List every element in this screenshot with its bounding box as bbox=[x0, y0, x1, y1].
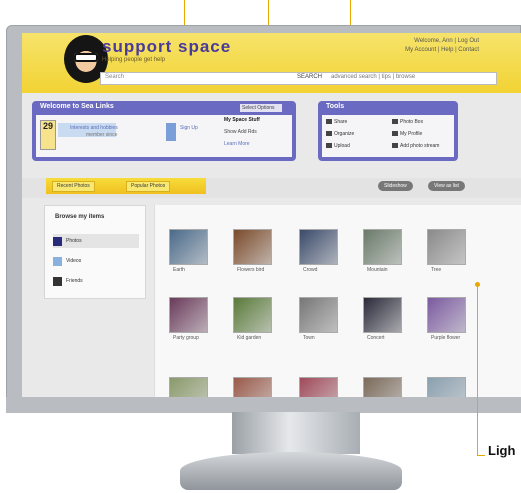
tab-popular[interactable]: Popular Photos bbox=[126, 181, 171, 192]
tool-upload[interactable]: Upload bbox=[326, 143, 350, 149]
sidebar-item-videos[interactable]: Videos bbox=[53, 254, 81, 268]
sidebar: Browse my items Photos Videos Friends bbox=[44, 205, 146, 299]
photo-thumbnail[interactable] bbox=[169, 377, 208, 397]
tab-recent[interactable]: Recent Photos bbox=[52, 181, 95, 192]
welcome-dropdown[interactable]: Select Options bbox=[240, 104, 282, 112]
welcome-title: Welcome to Sea Links bbox=[40, 103, 114, 110]
photo-box-icon bbox=[392, 119, 398, 125]
photo-caption: Kid garden bbox=[237, 335, 262, 341]
photo-thumbnail[interactable] bbox=[169, 297, 208, 333]
photo-caption: Crowd bbox=[303, 267, 318, 273]
callout-line-4-h bbox=[477, 455, 485, 456]
sidebar-item-friends[interactable]: Friends bbox=[53, 274, 83, 288]
welcome-panel: Welcome to Sea Links Select Options 29 I… bbox=[32, 101, 296, 161]
photos-icon bbox=[53, 236, 62, 246]
info-line-3[interactable]: Sign Up bbox=[180, 125, 198, 131]
search-button[interactable]: SEARCH bbox=[297, 74, 322, 80]
photo-caption: Purple flower bbox=[431, 335, 461, 341]
photo-thumbnail[interactable] bbox=[363, 297, 402, 333]
photo-thumbnail[interactable] bbox=[427, 377, 466, 397]
photo-caption: Party group bbox=[173, 335, 199, 341]
photo-thumbnail[interactable] bbox=[233, 377, 272, 397]
glasses-icon bbox=[74, 53, 98, 62]
photo-thumbnail[interactable] bbox=[427, 297, 466, 333]
photo-thumbnail[interactable] bbox=[169, 229, 208, 265]
account-links[interactable]: Welcome, Ann | Log Out bbox=[405, 37, 479, 46]
photo-caption: Flowers bird bbox=[237, 267, 265, 273]
tools-title: Tools bbox=[326, 103, 345, 110]
sidebar-item-photos[interactable]: Photos bbox=[53, 234, 139, 248]
upload-icon bbox=[326, 143, 332, 149]
info-line-2: member since bbox=[86, 132, 118, 138]
tool-photo-box[interactable]: Photo Box bbox=[392, 119, 423, 125]
profile-icon bbox=[392, 131, 398, 137]
info-line-1[interactable]: Interests and hobbies bbox=[70, 125, 118, 131]
callout-dot-4 bbox=[475, 282, 480, 287]
info-box-2 bbox=[166, 123, 176, 141]
photo-thumbnail[interactable] bbox=[363, 377, 402, 397]
callout-line-4 bbox=[477, 284, 478, 455]
tab-strip: Recent Photos Popular Photos bbox=[46, 178, 206, 194]
welcome-body: 29 Interests and hobbies member since Si… bbox=[36, 115, 292, 157]
brand-tagline: Helping people get help bbox=[102, 57, 166, 63]
info-line-4[interactable]: My Space Stuff bbox=[224, 117, 260, 123]
slideshow-button[interactable]: Slideshow bbox=[378, 181, 413, 191]
monitor-stand-base bbox=[180, 452, 402, 490]
photo-thumbnail[interactable] bbox=[299, 229, 338, 265]
friends-icon bbox=[53, 276, 62, 286]
photo-caption: Earth bbox=[173, 267, 185, 273]
photo-grid: Earth Flowers bird Crowd Mountain Tree Party … bbox=[154, 205, 521, 397]
screen: support space Helping people get help We… bbox=[22, 33, 521, 397]
info-line-5[interactable]: Show Add Rds bbox=[224, 129, 257, 135]
photo-caption: Mountain bbox=[367, 267, 388, 273]
photo-caption: Town bbox=[303, 335, 315, 341]
photo-caption: Tree bbox=[431, 267, 442, 273]
brand-name[interactable]: support space bbox=[102, 37, 231, 57]
photo-thumbnail[interactable] bbox=[363, 229, 402, 265]
share-icon bbox=[326, 119, 332, 125]
organize-icon bbox=[326, 131, 332, 137]
info-line-6[interactable]: Learn More bbox=[224, 141, 250, 147]
search-bar: Search SEARCH advanced search | tips | b… bbox=[100, 72, 497, 85]
monitor-chin bbox=[6, 397, 521, 413]
photo-thumbnail[interactable] bbox=[233, 229, 272, 265]
date-badge: 29 bbox=[40, 120, 56, 150]
callout-label: Ligh bbox=[488, 443, 516, 458]
view-list-button[interactable]: View as list bbox=[428, 181, 465, 191]
tool-organize[interactable]: Organize bbox=[326, 131, 354, 137]
search-input[interactable]: Search bbox=[105, 74, 124, 80]
top-links: Welcome, Ann | Log Out My Account | Help… bbox=[405, 37, 479, 55]
videos-icon bbox=[53, 256, 62, 266]
search-links[interactable]: advanced search | tips | browse bbox=[331, 74, 415, 80]
photo-thumbnail[interactable] bbox=[427, 229, 466, 265]
tool-my-profile[interactable]: My Profile bbox=[392, 131, 422, 137]
tools-panel: Tools Share Photo Box Organize My Profil… bbox=[318, 101, 458, 161]
tool-share[interactable]: Share bbox=[326, 119, 347, 125]
tool-add-stream[interactable]: Add photo stream bbox=[392, 143, 439, 149]
add-stream-icon bbox=[392, 143, 398, 149]
sidebar-title: Browse my items bbox=[55, 214, 105, 220]
photo-thumbnail[interactable] bbox=[299, 297, 338, 333]
photo-thumbnail[interactable] bbox=[299, 377, 338, 397]
header-banner: support space Helping people get help We… bbox=[22, 33, 521, 93]
photo-caption: Concert bbox=[367, 335, 385, 341]
monitor-stand-neck bbox=[232, 412, 360, 454]
tools-body: Share Photo Box Organize My Profile Uplo… bbox=[322, 115, 454, 157]
photo-thumbnail[interactable] bbox=[233, 297, 272, 333]
help-links[interactable]: My Account | Help | Contact bbox=[405, 46, 479, 55]
